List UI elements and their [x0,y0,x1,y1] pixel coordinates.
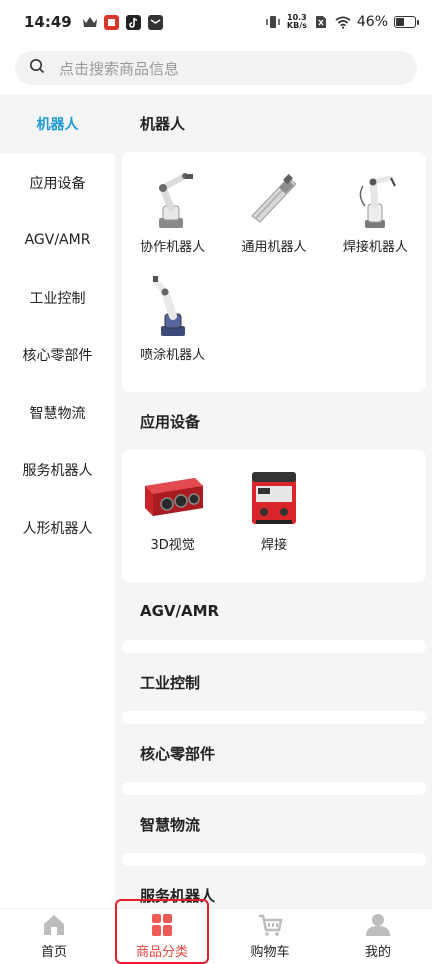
tab-label: 我的 [364,945,391,960]
section-title: 应用设备 [140,412,201,431]
sidebar-item-industrial-control[interactable]: 工业控制 [0,269,115,327]
message-icon [148,14,164,30]
net-speed: 10.3 KB/s [287,14,307,30]
painting-robot-icon [151,276,185,336]
linear-robot-icon [251,174,297,223]
status-time: 14:49 [24,13,72,31]
product-label: 喷涂机器人 [140,348,206,363]
product-label: 3D视觉 [150,538,195,553]
product-grid: 协作机器人 通用机器人 焊接机器人 喷涂机器人 [122,152,426,392]
battery-icon [394,16,419,28]
highlight-box [115,899,209,964]
product-grid-empty [122,711,426,724]
product-grid: 3D视觉 焊接 [122,450,426,582]
sidebar-item-service-robots[interactable]: 服务机器人 [0,442,115,500]
sidebar-item-application-equipment[interactable]: 应用设备 [0,154,115,212]
status-bar: 14:49 10.3 KB/s 46% [0,0,432,44]
product-item[interactable]: 协作机器人 [122,166,223,274]
app-notification-icon [104,14,120,30]
wifi-icon [335,14,351,30]
tab-label: 购物车 [250,945,290,960]
sim-disabled-icon [313,14,329,30]
tab-category[interactable]: 商品分类 [108,899,216,964]
product-item[interactable]: 3D视觉 [122,464,223,572]
cart-icon [259,914,283,936]
section-title: 智慧物流 [140,815,201,834]
product-grid-empty [122,782,426,795]
sidebar-item-smart-logistics[interactable]: 智慧物流 [0,384,115,442]
battery-fill [396,18,404,26]
tab-profile[interactable]: 我的 [324,909,432,964]
net-speed-unit: KB/s [286,21,307,30]
section-title: AGV/AMR [140,602,220,620]
product-grid-empty [122,853,426,866]
search-placeholder: 点击搜索商品信息 [59,59,180,78]
product-item[interactable]: 喷涂机器人 [122,274,223,382]
section-title: 工业控制 [140,673,201,692]
sidebar-item-agv-amr[interactable]: AGV/AMR [0,212,115,270]
product-label: 协作机器人 [140,240,206,255]
category-content: 机器人 协作机器人 通用机器人 焊接机器人 喷涂机器人 应用设备 3D视觉 焊接… [115,94,432,908]
category-sidebar: 机器人 应用设备 AGV/AMR 工业控制 核心零部件 智慧物流 服务机器人 人… [0,94,115,908]
section-title: 核心零部件 [140,744,216,763]
search-icon [29,58,45,78]
tab-cart[interactable]: 购物车 [216,909,324,964]
product-item[interactable]: 焊接 [223,464,324,572]
tab-home[interactable]: 首页 [0,909,108,964]
crown-icon [82,14,98,30]
3d-camera-icon [144,478,203,516]
search-bar-container: 点击搜索商品信息 [0,44,432,94]
sidebar-item-core-components[interactable]: 核心零部件 [0,327,115,385]
product-item[interactable]: 通用机器人 [223,166,324,274]
vibrate-icon [265,14,281,30]
sidebar-item-robots[interactable]: 机器人 [0,94,115,154]
battery-percent: 46% [356,14,388,30]
search-input[interactable]: 点击搜索商品信息 [15,51,417,85]
bottom-tab-bar: 首页 商品分类 购物车 我的 [0,899,432,964]
welder-machine-icon [251,472,296,524]
welding-robot-icon [360,175,397,228]
product-label: 焊接 [260,538,287,553]
product-item[interactable]: 焊接机器人 [325,166,426,274]
robot-arm-icon [158,173,193,228]
profile-icon [366,914,390,936]
product-grid-empty [122,640,426,653]
tiktok-icon [126,14,142,30]
home-icon [44,915,64,935]
product-label: 焊接机器人 [342,240,408,255]
tab-label: 首页 [40,945,67,960]
sidebar-item-humanoid-robots[interactable]: 人形机器人 [0,499,115,557]
product-label: 通用机器人 [241,240,307,255]
section-title: 机器人 [140,114,186,133]
